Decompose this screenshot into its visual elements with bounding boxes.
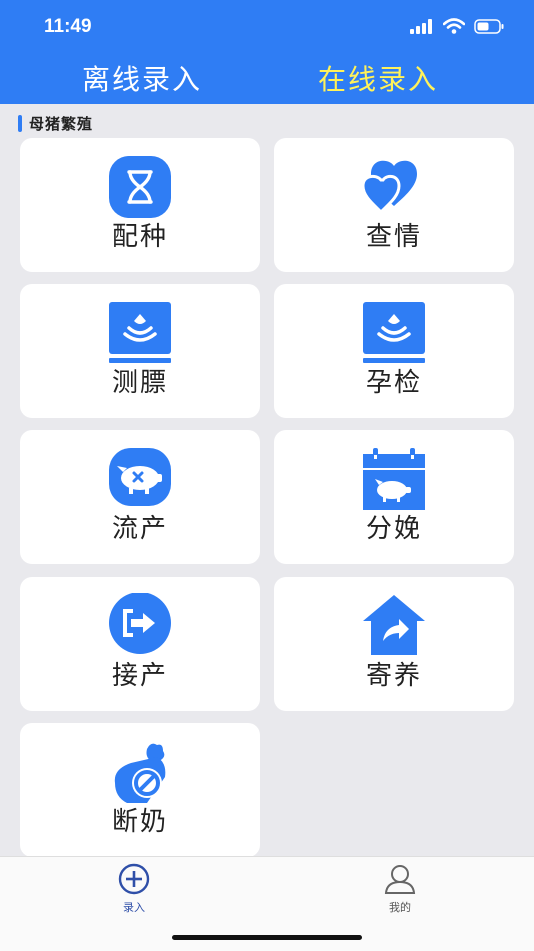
card-breeding[interactable]: 配种 xyxy=(20,138,260,272)
pig-cross-icon xyxy=(109,448,171,506)
dna-icon xyxy=(109,156,171,218)
status-icons xyxy=(410,18,504,34)
entry-mode-tabs: 离线录入 在线录入 xyxy=(0,52,534,104)
card-label: 配种 xyxy=(111,222,168,252)
tab-mine-label: 我的 xyxy=(389,901,411,914)
status-bar: 11:49 xyxy=(0,0,534,52)
card-weaning[interactable]: 断奶 xyxy=(20,723,260,857)
tab-online-entry[interactable]: 在线录入 xyxy=(318,58,438,98)
tab-mine[interactable]: 我的 xyxy=(370,863,430,915)
section-header: 母猪繁殖 xyxy=(18,113,93,133)
hearts-icon xyxy=(361,160,417,215)
card-label: 孕检 xyxy=(365,368,422,398)
card-delivery-assist[interactable]: 接产 xyxy=(20,577,260,711)
card-abortion[interactable]: 流产 xyxy=(20,430,260,564)
card-foster[interactable]: 寄养 xyxy=(274,577,514,711)
section-accent-bar xyxy=(18,114,22,132)
ultrasound-icon xyxy=(109,302,171,363)
card-label: 测膘 xyxy=(111,368,168,398)
battery-icon xyxy=(474,18,504,34)
card-label: 接产 xyxy=(111,661,168,691)
card-label: 寄养 xyxy=(365,661,422,691)
app-header: 11:49 离线录入 在线录入 xyxy=(0,0,534,104)
card-label: 断奶 xyxy=(111,807,168,837)
card-farrowing[interactable]: 分娩 xyxy=(274,430,514,564)
user-icon xyxy=(384,865,416,894)
plus-circle-icon xyxy=(118,863,150,895)
card-label: 流产 xyxy=(111,514,168,544)
card-estrus-check[interactable]: 查情 xyxy=(274,138,514,272)
signal-icon xyxy=(410,18,432,34)
card-label: 查情 xyxy=(365,222,422,252)
card-label: 分娩 xyxy=(365,514,422,544)
wifi-icon xyxy=(443,18,465,34)
house-share-icon xyxy=(363,595,425,655)
tab-offline-entry[interactable]: 离线录入 xyxy=(82,58,202,98)
tab-record[interactable]: 录入 xyxy=(104,863,164,915)
status-time: 11:49 xyxy=(44,16,92,37)
card-backfat-measure[interactable]: 测膘 xyxy=(20,284,260,418)
exit-door-icon xyxy=(109,593,171,654)
bottle-ban-icon xyxy=(114,743,166,803)
ultrasound-icon xyxy=(363,302,425,363)
tab-record-label: 录入 xyxy=(123,901,145,914)
card-pregnancy-check[interactable]: 孕检 xyxy=(274,284,514,418)
home-indicator xyxy=(172,935,362,940)
calendar-pig-icon xyxy=(363,448,425,510)
section-title: 母猪繁殖 xyxy=(29,114,94,133)
